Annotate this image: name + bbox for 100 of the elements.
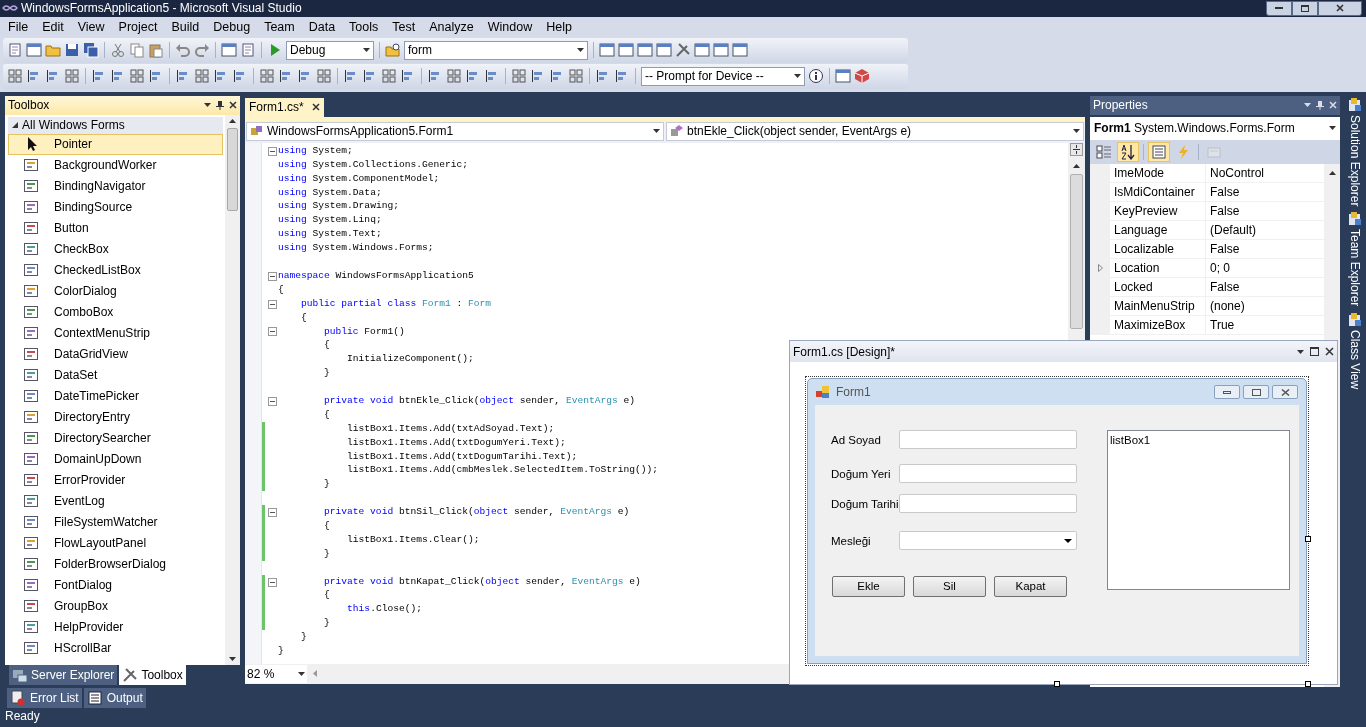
menu-item[interactable]: Build — [164, 18, 207, 37]
toolbox-item[interactable]: DataGridView — [8, 343, 223, 365]
grid-icon[interactable] — [381, 68, 397, 85]
form-button[interactable]: Kapat — [994, 576, 1067, 597]
device-dropdown[interactable]: -- Prompt for Device -- — [641, 66, 805, 86]
dropdown-icon[interactable] — [204, 103, 211, 108]
menu-item[interactable]: Data — [301, 18, 343, 37]
document-icon[interactable] — [240, 42, 256, 59]
window-icon[interactable] — [221, 42, 237, 59]
close-icon[interactable] — [1325, 347, 1334, 356]
configuration-dropdown[interactable]: Debug — [286, 40, 374, 60]
text-field[interactable] — [899, 494, 1077, 513]
toolbox-item[interactable]: HelpProvider — [8, 616, 223, 638]
toolbox-item[interactable]: FlowLayoutPanel — [8, 532, 223, 554]
panel-tab[interactable]: Output — [83, 688, 146, 709]
menu-item[interactable]: Help — [539, 18, 579, 37]
split-handle-icon[interactable] — [1070, 142, 1083, 156]
document-tab[interactable]: Form1.cs* — [245, 97, 324, 117]
grid-icon[interactable] — [316, 68, 332, 85]
find-icon[interactable] — [385, 42, 401, 59]
maximize-button[interactable] — [1243, 385, 1269, 399]
property-value[interactable]: False — [1210, 201, 1240, 220]
scrollbar-thumb[interactable] — [1070, 173, 1083, 329]
side-tab[interactable]: Team Explorer — [1346, 212, 1364, 307]
toolbox-item[interactable]: ErrorProvider — [8, 469, 223, 491]
menu-item[interactable]: Project — [111, 18, 165, 37]
scroll-up-icon[interactable] — [229, 118, 236, 123]
toolbox-item[interactable]: FolderBrowserDialog — [8, 553, 223, 575]
grid-icon[interactable] — [511, 68, 527, 85]
menu-item[interactable]: Tools — [342, 18, 386, 37]
dropdown-icon[interactable] — [1297, 349, 1304, 354]
scrollbar-thumb[interactable] — [227, 127, 238, 211]
toolbox-item[interactable]: ComboBox — [8, 301, 223, 323]
property-value[interactable]: NoControl — [1210, 163, 1265, 182]
close-button[interactable] — [1272, 385, 1298, 399]
property-value[interactable]: 0; 0 — [1210, 258, 1230, 277]
close-button[interactable] — [1318, 1, 1362, 16]
resize-handle[interactable] — [1305, 681, 1311, 687]
toolbox-item[interactable]: BackgroundWorker — [8, 154, 223, 176]
menu-item[interactable]: Test — [385, 18, 423, 37]
toolbox-item[interactable]: FileSystemWatcher — [8, 511, 223, 533]
save-icon[interactable] — [64, 42, 80, 59]
toolbox-item[interactable]: Pointer — [8, 133, 223, 155]
window-icon[interactable] — [637, 42, 653, 59]
grid-icon[interactable] — [64, 68, 80, 85]
pin-icon[interactable] — [216, 100, 224, 111]
menu-item[interactable]: Edit — [35, 18, 71, 37]
new-project-icon[interactable] — [7, 42, 23, 59]
panel-tab[interactable]: Error List — [7, 688, 82, 709]
scroll-down-icon[interactable] — [229, 657, 236, 662]
toolbox-item[interactable]: HScrollBar — [8, 637, 223, 659]
property-value[interactable]: (Default) — [1210, 220, 1256, 239]
toolbox-item[interactable]: ColorDialog — [8, 280, 223, 302]
collapse-icon[interactable] — [268, 327, 277, 337]
object-dropdown[interactable]: Form1 System.Windows.Forms.Form — [1090, 116, 1340, 140]
list-item[interactable]: listBox1 — [1110, 432, 1287, 450]
type-dropdown[interactable]: WindowsFormsApplication5.Form1 — [246, 121, 664, 141]
folder-icon[interactable] — [45, 42, 61, 59]
property-value[interactable]: False — [1210, 277, 1240, 296]
toolbox-item[interactable]: DataSet — [8, 364, 223, 386]
close-icon[interactable] — [229, 101, 237, 110]
menu-item[interactable]: Team — [257, 18, 302, 37]
menu-item[interactable]: Analyze — [422, 18, 481, 37]
cube-icon[interactable] — [854, 68, 870, 85]
collapse-icon[interactable] — [268, 146, 277, 156]
toolbox-item[interactable]: DirectoryEntry — [8, 406, 223, 428]
toolbox-item[interactable]: EventLog — [8, 490, 223, 512]
toolbox-item[interactable]: Button — [8, 217, 223, 239]
find-field[interactable]: form — [404, 40, 588, 60]
form-button[interactable]: Sil — [913, 576, 986, 597]
menu-item[interactable]: View — [70, 18, 112, 37]
property-value[interactable]: False — [1210, 182, 1240, 201]
grid-icon[interactable] — [129, 68, 145, 85]
toolbox-group-header[interactable]: All Windows Forms — [8, 116, 223, 134]
window-icon[interactable] — [732, 42, 748, 59]
toolbox-item[interactable]: BindingNavigator — [8, 175, 223, 197]
cut-icon[interactable] — [110, 42, 126, 59]
collapse-icon[interactable] — [268, 577, 277, 587]
grid-icon[interactable] — [259, 68, 275, 85]
collapse-icon[interactable] — [268, 396, 277, 406]
dropdown-icon[interactable] — [1304, 103, 1311, 108]
member-dropdown[interactable]: btnEkle_Click(object sender, EventArgs e) — [666, 121, 1084, 141]
scroll-up-icon[interactable] — [1328, 170, 1336, 175]
menu-item[interactable]: Window — [480, 18, 540, 37]
panel-tab[interactable]: Server Explorer — [9, 665, 118, 686]
minimize-button[interactable] — [1214, 385, 1240, 399]
collapse-icon[interactable] — [268, 299, 277, 309]
resize-handle[interactable] — [1054, 681, 1060, 687]
grid-icon[interactable] — [7, 68, 23, 85]
toolbox-item[interactable]: GroupBox — [8, 595, 223, 617]
redo-icon[interactable] — [194, 42, 210, 59]
grid-icon[interactable] — [446, 68, 462, 85]
maximize-button[interactable] — [1292, 1, 1318, 16]
resize-handle[interactable] — [1305, 536, 1311, 542]
toolbox-item[interactable]: BindingSource — [8, 196, 223, 218]
undo-icon[interactable] — [175, 42, 191, 59]
window-icon[interactable] — [656, 42, 672, 59]
collapse-icon[interactable] — [268, 271, 277, 281]
window-icon[interactable] — [694, 42, 710, 59]
menu-item[interactable]: Debug — [206, 18, 258, 37]
